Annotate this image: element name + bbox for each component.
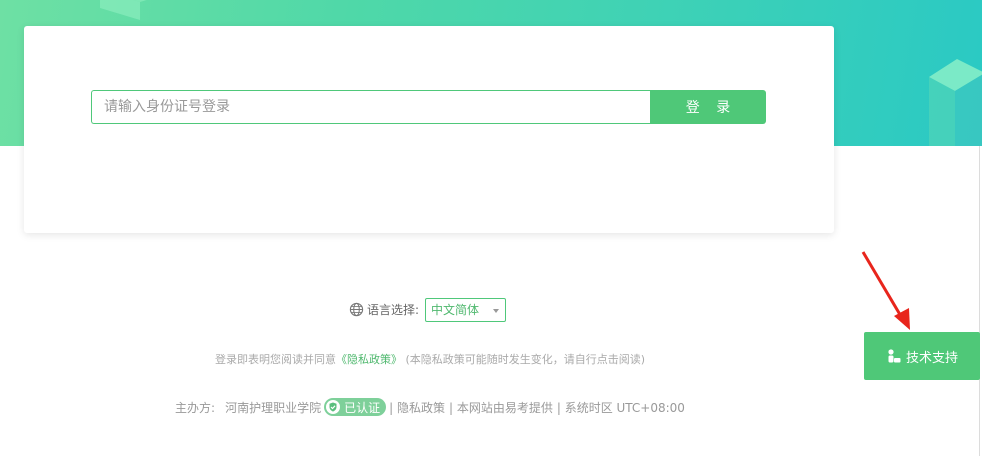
host-name: 河南护理职业学院 <box>225 400 322 415</box>
tech-support-button[interactable]: 技术支持 <box>864 332 980 380</box>
tech-support-label: 技术支持 <box>905 350 958 366</box>
id-number-input[interactable] <box>91 90 650 124</box>
agreement-suffix: (本隐私政策可能随时发生变化，请自行点击阅读) <box>405 353 646 366</box>
language-selected-value: 中文简体 <box>431 303 480 317</box>
page-divider <box>979 146 980 456</box>
agreement-notice: 登录即表明您阅读并同意《隐私政策》 (本隐私政策可能随时发生变化，请自行点击阅读… <box>0 351 860 367</box>
language-selector-row: 语言选择: 中文简体 <box>349 297 507 322</box>
privacy-policy-link[interactable]: 《隐私政策》 <box>336 353 402 366</box>
verified-label: 已认证 <box>344 400 381 415</box>
language-select[interactable]: 中文简体 <box>425 297 507 322</box>
footer-privacy-link[interactable]: | 隐私政策 <box>389 399 445 416</box>
decorative-cube-icon <box>100 0 147 20</box>
red-arrow-icon <box>861 251 910 330</box>
chevron-down-icon <box>493 308 500 313</box>
agreement-prefix: 登录即表明您阅读并同意 <box>214 353 336 366</box>
shield-check-icon <box>326 400 341 414</box>
decorative-cube-icon <box>929 59 982 146</box>
host-label: 主办方: <box>175 400 216 415</box>
login-button[interactable]: 登 录 <box>650 90 766 124</box>
verified-badge: 已认证 <box>324 398 387 416</box>
language-label: 语言选择: <box>367 303 420 317</box>
globe-icon <box>349 302 364 317</box>
footer-timezone: | 系统时区 UTC+08:00 <box>556 400 685 415</box>
login-card: 登 录 <box>24 26 834 233</box>
person-icon <box>888 349 901 363</box>
footer-host-line: 主办方: 河南护理职业学院 已认证 | 隐私政策 | 本网站由易考提供 | 系统… <box>0 397 860 417</box>
footer-provider: | 本网站由易考提供 <box>448 400 553 415</box>
